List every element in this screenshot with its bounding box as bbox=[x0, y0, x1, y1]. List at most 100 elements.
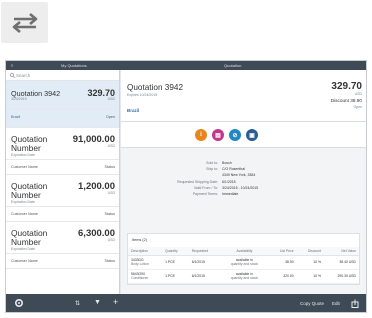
info-value: 4349 New York, 3384 bbox=[222, 173, 256, 177]
divider bbox=[6, 253, 119, 254]
item-status: Status bbox=[104, 212, 115, 216]
item-subtitle: Expiration Date bbox=[11, 153, 35, 157]
col-header: Discount bbox=[296, 247, 325, 256]
bottom-toolbar: ⇅ ▼ + Copy Quote Edit bbox=[6, 294, 366, 312]
contacts-icon[interactable]: ▣ bbox=[246, 129, 258, 141]
edit-button[interactable]: Edit bbox=[332, 301, 340, 306]
detail-status: Brazil bbox=[127, 108, 140, 113]
avail-sub: quantity and stock bbox=[230, 262, 259, 266]
cell-quantity: 1 PCE bbox=[162, 269, 189, 284]
list-item[interactable]: Quotation Number Expiration Date 1,200.0… bbox=[6, 175, 119, 222]
cell-description: 5643O90 Conditioner bbox=[128, 269, 163, 284]
cell-requested: 6/1/2015 bbox=[188, 269, 221, 284]
item-currency: USD bbox=[107, 97, 115, 101]
info-row: Payment Terms: Immediate bbox=[121, 192, 366, 198]
cell-availability: available in quantity and stock bbox=[220, 269, 269, 284]
col-header: List Price bbox=[268, 247, 297, 256]
detail-title: Quotation 3942 bbox=[127, 83, 183, 92]
item-label: Customer Name bbox=[11, 165, 38, 169]
divider bbox=[6, 206, 119, 207]
detail-title-bar: Quotation bbox=[224, 63, 242, 68]
search-icon bbox=[10, 73, 15, 78]
item-title: Quotation Number bbox=[11, 134, 48, 153]
cell-availability: available in quantity and stock bbox=[220, 255, 269, 270]
detail-discount: Discount 38.90 bbox=[330, 98, 362, 103]
item-subtitle: Expiration Date bbox=[11, 247, 35, 251]
item-status: Open bbox=[105, 115, 115, 119]
item-label: Customer Name bbox=[11, 259, 38, 263]
item-status: Status bbox=[104, 259, 115, 263]
swap-arrows-icon[interactable] bbox=[1, 2, 48, 43]
gear-icon[interactable] bbox=[14, 298, 24, 308]
items-table: Description Quantity Requested Availabil… bbox=[128, 247, 359, 284]
col-header: Availability bbox=[220, 247, 269, 256]
detail-open-status: Open bbox=[353, 105, 362, 109]
menu-icon[interactable]: ≡ bbox=[11, 63, 13, 68]
cell-requested: 6/1/2015 bbox=[188, 255, 221, 270]
cell-list-price: 38.90 bbox=[268, 255, 297, 270]
info-key: Sold to: bbox=[206, 161, 218, 165]
col-header: Requested bbox=[188, 247, 221, 256]
info-value: Bosch bbox=[222, 161, 232, 165]
cell-quantity: 1 PCE bbox=[162, 255, 189, 270]
desc-sub: Conditioner bbox=[131, 276, 149, 280]
cell-description: 3433DG Body Lotion bbox=[128, 255, 163, 270]
master-list: Search Quotation 3942 3/24/2015 329.70 U… bbox=[6, 70, 120, 294]
item-currency: USD bbox=[107, 238, 115, 242]
search-placeholder: Search bbox=[16, 73, 31, 78]
col-header: Net Value bbox=[324, 247, 359, 256]
item-title: Quotation Number bbox=[11, 181, 48, 200]
master-title: My Quotations bbox=[61, 63, 87, 68]
list-item[interactable]: Quotation 3942 3/24/2015 329.70 USD Braz… bbox=[6, 81, 119, 128]
divider bbox=[6, 159, 119, 160]
col-header: Description bbox=[128, 247, 163, 256]
cell-discount: 10 % bbox=[296, 269, 325, 284]
table-row[interactable]: 5643O90 Conditioner 1 PCE 6/1/2015 availa… bbox=[128, 269, 359, 284]
item-subtitle: Expiration Date bbox=[11, 200, 35, 204]
cell-discount: 10 % bbox=[296, 255, 325, 270]
sort-icon[interactable]: ⇅ bbox=[75, 299, 80, 309]
icon-tab-bar: i ▤ ⊘ ▣ bbox=[121, 122, 366, 148]
list-item[interactable]: Quotation Number Expiration Date 91,000.… bbox=[6, 128, 119, 175]
info-value: 6/1/2015 bbox=[222, 180, 236, 184]
desc-sub: Body Lotion bbox=[131, 262, 149, 266]
swap-arrows-svg bbox=[12, 12, 37, 33]
object-header: Quotation 3942 Expires 10/24/2015 Brazil… bbox=[121, 70, 366, 122]
info-form: Sold to: Bosch Ship to: C/O Rosenthal 43… bbox=[121, 149, 366, 225]
item-currency: USD bbox=[107, 144, 115, 148]
detail-pane: Quotation 3942 Expires 10/24/2015 Brazil… bbox=[121, 70, 366, 294]
info-icon[interactable]: i bbox=[195, 129, 207, 141]
cell-list-price: 320.00 bbox=[268, 269, 297, 284]
info-row: 4349 New York, 3384 bbox=[121, 173, 366, 179]
app-window: ≡ My Quotations Quotation Search Quotati… bbox=[5, 60, 367, 313]
items-table-panel: Items (2) Description Quantity Requested… bbox=[127, 233, 360, 285]
item-label: Brazil bbox=[11, 115, 21, 119]
notes-icon[interactable]: ▤ bbox=[212, 129, 224, 141]
divider bbox=[6, 109, 119, 110]
items-title: Items (2) bbox=[132, 238, 147, 242]
item-status: Status bbox=[104, 165, 115, 169]
item-subtitle: 3/24/2015 bbox=[11, 97, 27, 101]
info-value: 3/24/2015 - 10/24/2015 bbox=[222, 186, 259, 190]
copy-quote-button[interactable]: Copy Quote bbox=[300, 301, 324, 306]
search-field[interactable]: Search bbox=[6, 70, 119, 81]
info-value: C/O Rosenthal bbox=[222, 167, 245, 171]
avail-sub: quantity and stock bbox=[230, 276, 259, 280]
info-key: Requested Shipping Date: bbox=[177, 180, 218, 184]
table-row[interactable]: 3433DG Body Lotion 1 PCE 6/1/2015 availab… bbox=[128, 255, 359, 270]
add-icon[interactable]: + bbox=[113, 297, 118, 307]
cell-net-value: 290.30 USD bbox=[324, 269, 359, 284]
item-title: Quotation Number bbox=[11, 228, 48, 247]
info-key: Valid From / To: bbox=[193, 186, 218, 190]
detail-subtitle: Expires 10/24/2015 bbox=[127, 93, 158, 97]
attachment-icon[interactable]: ⊘ bbox=[229, 129, 241, 141]
top-bar: ≡ My Quotations Quotation bbox=[6, 61, 366, 70]
detail-total: 329.70 bbox=[331, 81, 362, 92]
item-label: Customer Name bbox=[11, 212, 38, 216]
cell-net-value: 38.40 USD bbox=[324, 255, 359, 270]
list-item[interactable]: Quotation Number Expiration Date 6,300.0… bbox=[6, 222, 119, 269]
share-icon[interactable] bbox=[351, 299, 359, 308]
filter-icon[interactable]: ▼ bbox=[94, 298, 101, 308]
info-key: Payment Terms: bbox=[192, 192, 218, 196]
info-key: Ship to: bbox=[206, 167, 218, 171]
